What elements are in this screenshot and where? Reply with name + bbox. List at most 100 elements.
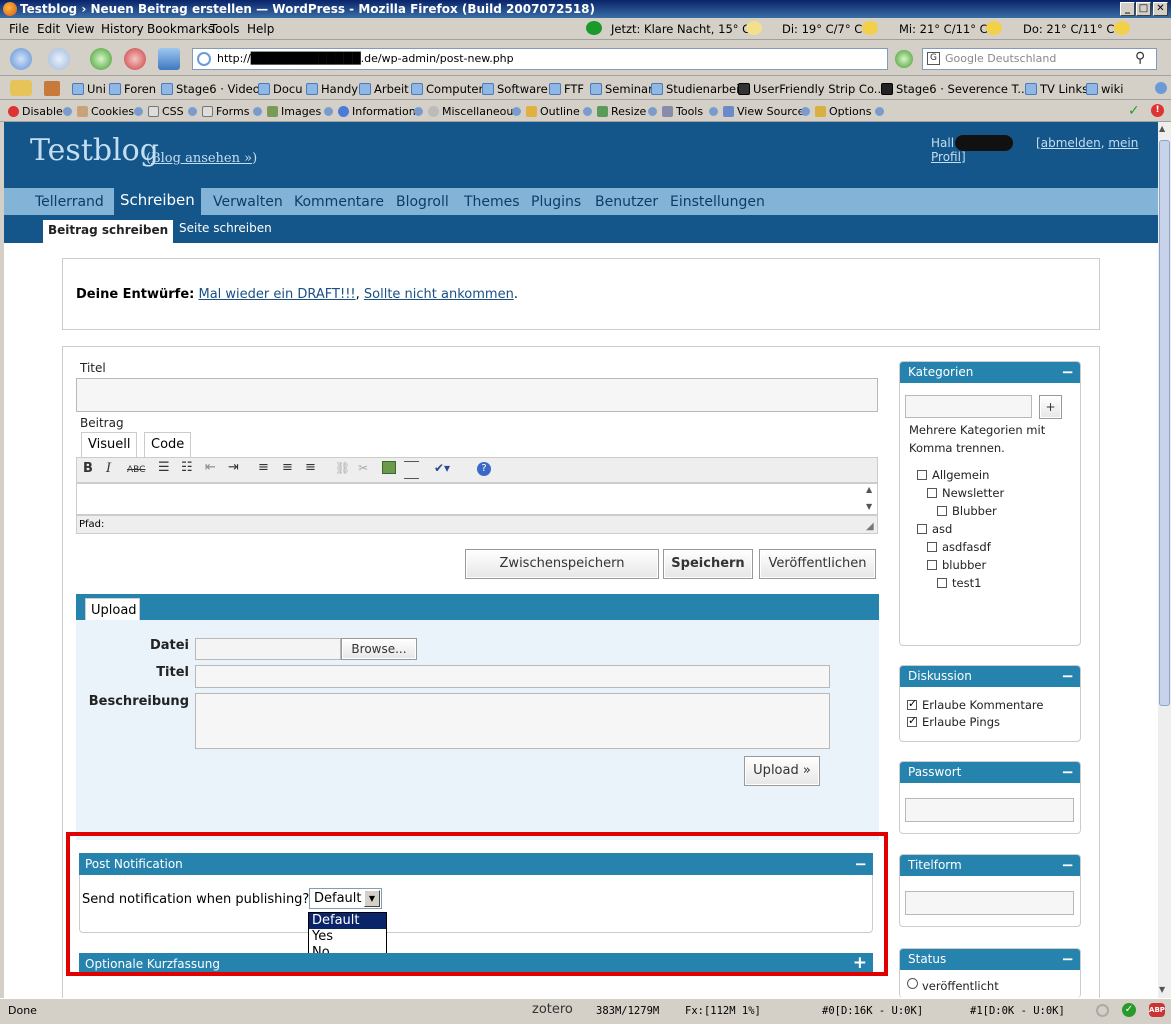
bookmark-foren[interactable]: Foren — [109, 82, 156, 96]
submenu-seite-schreiben[interactable]: Seite schreiben — [179, 221, 272, 235]
bookmark-handy[interactable]: Handy — [306, 82, 358, 96]
collapse-icon[interactable]: − — [1061, 762, 1074, 783]
category-checkbox[interactable] — [927, 560, 937, 570]
stack-icon[interactable] — [44, 81, 60, 96]
bookmark-uni[interactable]: Uni — [72, 82, 106, 96]
image-icon[interactable] — [382, 461, 396, 474]
unlink-icon[interactable]: ✂ — [358, 461, 368, 475]
bullet-list-icon[interactable]: ☰ — [158, 460, 170, 475]
slug-header[interactable]: Titelform − — [900, 855, 1080, 876]
bookmark-studienarbeit[interactable]: Studienarbeit — [651, 82, 744, 96]
title-input[interactable] — [76, 378, 878, 412]
weather-thursday[interactable]: Do: 21° C/11° C — [1023, 22, 1114, 36]
back-icon[interactable] — [10, 48, 32, 70]
search-icon[interactable]: ⚲ — [1135, 48, 1145, 68]
category-checkbox[interactable] — [917, 524, 927, 534]
dev-tools[interactable]: Tools — [662, 105, 703, 118]
scroll-up-icon[interactable]: ▲ — [1159, 124, 1165, 133]
menu-tools[interactable]: Tools — [210, 22, 240, 36]
more-icon[interactable] — [404, 461, 419, 479]
bookmark-docu[interactable]: Docu — [258, 82, 303, 96]
dev-view-source[interactable]: View Source — [723, 105, 804, 118]
address-bar[interactable]: http://█████████████.de/wp-admin/post-ne… — [192, 48, 888, 70]
draft-link-2[interactable]: Sollte nicht ankommen — [364, 287, 514, 302]
menu-themes[interactable]: Themes — [458, 192, 526, 215]
bookmark-stage6-videos[interactable]: Stage6 · Videos — [161, 82, 266, 96]
menu-edit[interactable]: Edit — [37, 22, 60, 36]
dev-information[interactable]: Information — [338, 105, 416, 118]
discussion-header[interactable]: Diskussion − — [900, 666, 1080, 687]
collapse-icon[interactable]: − — [1061, 666, 1074, 687]
close-button[interactable]: ✕ — [1153, 2, 1168, 16]
align-right-icon[interactable]: ≡ — [305, 460, 316, 475]
bold-icon[interactable]: B — [83, 461, 93, 476]
collapse-icon[interactable]: − — [1061, 362, 1074, 383]
adblock-icon[interactable]: ABP — [1149, 1003, 1165, 1017]
dev-forms[interactable]: Forms — [202, 105, 249, 118]
link-icon[interactable]: ⛓ — [335, 461, 350, 475]
dev-cookies[interactable]: Cookies — [77, 105, 134, 118]
menu-benutzer[interactable]: Benutzer — [589, 192, 664, 215]
error-icon[interactable]: ! — [1151, 104, 1164, 117]
numbered-list-icon[interactable]: ☷ — [181, 460, 193, 475]
view-site-link[interactable]: (Blog ansehen ») — [146, 151, 257, 166]
slug-input[interactable] — [905, 891, 1074, 915]
bookmarks-icon[interactable] — [10, 80, 32, 96]
upload-button[interactable]: Upload » — [744, 756, 820, 786]
logout-link[interactable]: abmelden — [1041, 136, 1101, 150]
content-editor[interactable] — [76, 483, 878, 515]
upload-title-input[interactable] — [195, 665, 830, 688]
upload-description-input[interactable] — [195, 693, 830, 749]
category-checkbox[interactable] — [937, 506, 947, 516]
browse-button[interactable]: Browse... — [341, 638, 417, 660]
dev-outline[interactable]: Outline — [526, 105, 580, 118]
password-header[interactable]: Passwort − — [900, 762, 1080, 783]
collapse-icon[interactable]: − — [1061, 949, 1074, 970]
weather-now[interactable]: Jetzt: Klare Nacht, 15° C — [611, 22, 750, 36]
tab-visual[interactable]: Visuell — [81, 432, 138, 457]
category-checkbox[interactable] — [917, 470, 927, 480]
dev-disable[interactable]: Disable — [8, 105, 63, 118]
forward-icon[interactable] — [48, 48, 70, 70]
editor-scroll-down-icon[interactable]: ▼ — [866, 502, 872, 511]
bookmark-software[interactable]: Software — [482, 82, 548, 96]
allow-pings-checkbox[interactable] — [907, 714, 917, 727]
home-icon[interactable] — [158, 48, 180, 70]
publish-button[interactable]: Veröffentlichen — [759, 549, 876, 579]
stop-icon[interactable] — [124, 48, 146, 70]
file-input[interactable] — [195, 638, 341, 660]
weather-tuesday[interactable]: Di: 19° C/7° C — [782, 22, 862, 36]
idle-icon[interactable] — [1096, 1004, 1109, 1017]
category-checkbox[interactable] — [927, 488, 937, 498]
bookmark-arbeit[interactable]: Arbeit — [359, 82, 409, 96]
status-radio[interactable] — [907, 978, 918, 989]
dev-options[interactable]: Options — [815, 105, 871, 118]
help-icon[interactable]: ? — [477, 462, 491, 476]
menu-verwalten[interactable]: Verwalten — [207, 192, 289, 215]
minimize-button[interactable]: _ — [1120, 2, 1135, 16]
menu-schreiben[interactable]: Schreiben — [114, 188, 201, 215]
strikethrough-icon[interactable]: ABC — [127, 465, 145, 475]
bookmark-ftf[interactable]: FTF — [549, 82, 584, 96]
maximize-button[interactable]: □ — [1136, 2, 1151, 16]
dev-images[interactable]: Images — [267, 105, 321, 118]
reload-icon[interactable] — [90, 48, 112, 70]
overflow-icon[interactable] — [1155, 82, 1167, 94]
bookmark-userfriendly[interactable]: UserFriendly Strip Co... — [738, 82, 885, 96]
dev-miscellaneous[interactable]: Miscellaneous — [428, 105, 519, 118]
menu-einstellungen[interactable]: Einstellungen — [664, 192, 771, 215]
menu-tellerrand[interactable]: Tellerrand — [29, 192, 110, 215]
weather-wednesday[interactable]: Mi: 21° C/11° C — [899, 22, 988, 36]
collapse-icon[interactable]: − — [1061, 855, 1074, 876]
resize-grip-icon[interactable]: ◢ — [866, 521, 874, 532]
bookmark-computer[interactable]: Computer — [411, 82, 483, 96]
menu-plugins[interactable]: Plugins — [525, 192, 587, 215]
ok-icon[interactable]: ✓ — [1122, 1003, 1136, 1017]
menu-blogroll[interactable]: Blogroll — [390, 192, 455, 215]
align-left-icon[interactable]: ≡ — [258, 460, 269, 475]
scroll-down-icon[interactable]: ▼ — [1159, 985, 1165, 994]
allow-comments-checkbox[interactable] — [907, 697, 917, 710]
editor-scroll-up-icon[interactable]: ▲ — [866, 485, 872, 494]
password-input[interactable] — [905, 798, 1074, 822]
indent-icon[interactable]: ⇥ — [228, 460, 239, 475]
